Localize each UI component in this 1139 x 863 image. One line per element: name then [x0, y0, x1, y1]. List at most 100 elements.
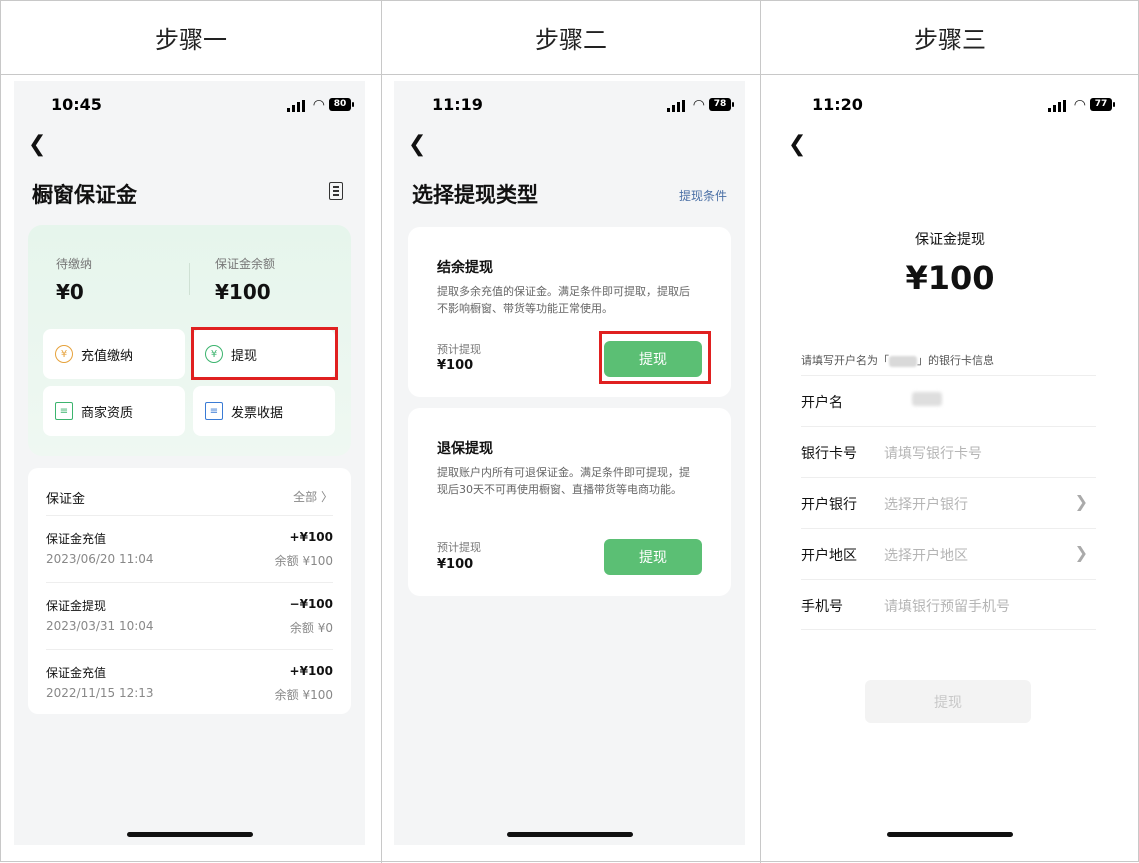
certificate-icon: ≡: [55, 402, 73, 420]
status-bar: 10:45 ◠ 80: [14, 95, 365, 117]
submit-withdraw-button[interactable]: 提现: [865, 680, 1031, 723]
status-time: 10:45: [51, 95, 102, 114]
field-label: 开户银行: [801, 497, 857, 513]
field-label: 开户地区: [801, 548, 857, 564]
document-icon[interactable]: [329, 182, 343, 200]
record-date: 2022/11/15 12:13: [46, 686, 154, 700]
record-date: 2023/03/31 10:04: [46, 619, 154, 633]
wifi-icon: ◠: [692, 97, 705, 113]
status-time: 11:19: [432, 95, 483, 114]
home-indicator: [506, 832, 633, 837]
page-title: 选择提现类型: [412, 183, 538, 207]
signal-icon: [667, 100, 685, 112]
phone-field[interactable]: 手机号 请填银行预留手机号: [801, 579, 1096, 630]
record-balance: 余额 ¥100: [274, 688, 333, 702]
record-date: 2023/06/20 11:04: [46, 552, 154, 566]
card-description: 提取多余充值的保证金。满足条件即可提取，提取后不影响橱窗、带货等功能正常使用。: [437, 285, 690, 315]
header-divider: [1, 74, 1139, 75]
yuan-icon: ¥: [55, 345, 73, 363]
hint-prefix: 请填写开户名为「: [801, 354, 889, 367]
record-title: 保证金充值: [46, 666, 107, 680]
refund-withdraw-card: 退保提现 提取账户内所有可退保证金。满足条件即可提现，提现后30天不可再使用橱窗…: [408, 408, 731, 596]
column-divider: [760, 1, 761, 863]
chevron-right-icon: ❯: [1074, 543, 1088, 562]
record-title: 保证金充值: [46, 532, 107, 546]
card-heading: 结余提现: [437, 260, 493, 276]
home-indicator: [887, 832, 1013, 837]
list-item[interactable]: 保证金提现 2023/03/31 10:04 −¥100 余额 ¥0: [46, 582, 333, 648]
card-heading: 退保提现: [437, 441, 493, 457]
recharge-button[interactable]: ¥ 充值缴纳: [43, 329, 185, 379]
battery-icon: 77: [1090, 98, 1115, 111]
signal-icon: [1048, 100, 1066, 112]
status-time: 11:20: [812, 95, 863, 114]
column-divider: [381, 1, 382, 863]
step-heading-2: 步骤二: [535, 26, 607, 54]
record-amount: +¥100: [289, 664, 333, 678]
chevron-right-icon: ❯: [1074, 492, 1088, 511]
highlight-box: [191, 327, 338, 380]
status-bar: 11:20 ◠ 77: [774, 95, 1126, 117]
record-balance: 余额 ¥0: [289, 621, 333, 635]
list-item[interactable]: 保证金充值 2022/11/15 12:13 +¥100 余额 ¥100: [46, 649, 333, 715]
list-title: 保证金: [46, 492, 86, 507]
pending-block: 待缴纳 ¥0: [56, 255, 92, 304]
tile-label: 充值缴纳: [81, 348, 134, 364]
phone-screen-3: 11:20 ◠ 77 ❮ 保证金提现 ¥100 请填写开户名为「 」的银行卡信息 …: [774, 81, 1126, 845]
account-name-field[interactable]: 开户名: [801, 375, 1096, 426]
field-label: 银行卡号: [801, 446, 857, 462]
step-heading-3: 步骤三: [914, 26, 986, 54]
pending-value: ¥0: [56, 280, 84, 304]
phone-screen-1: 10:45 ◠ 80 ❮ 橱窗保证金 待缴纳 ¥0 保证金余额 ¥100 ¥ 充…: [14, 81, 365, 845]
bank-info-hint: 请填写开户名为「 」的银行卡信息: [801, 352, 994, 368]
hint-suffix: 」的银行卡信息: [917, 354, 994, 367]
withdraw-amount: ¥100: [905, 259, 995, 297]
step-heading-1: 步骤一: [155, 26, 227, 54]
back-button[interactable]: ❮: [408, 134, 426, 156]
field-placeholder: 选择开户银行: [884, 497, 968, 513]
divider: [801, 629, 1096, 630]
merchant-qualification-button[interactable]: ≡ 商家资质: [43, 386, 185, 436]
back-button[interactable]: ❮: [788, 134, 806, 156]
wifi-icon: ◠: [1073, 97, 1086, 113]
tutorial-grid: 步骤一 步骤二 步骤三 10:45 ◠ 80 ❮ 橱窗保证金 待缴纳 ¥0 保证…: [0, 0, 1139, 863]
record-title: 保证金提现: [46, 599, 107, 613]
battery-icon: 78: [709, 98, 734, 111]
balance-value: ¥100: [215, 280, 271, 304]
invoice-receipt-button[interactable]: ≡ 发票收据: [193, 386, 335, 436]
estimate-value: ¥100: [437, 358, 474, 373]
region-select-field[interactable]: 开户地区 选择开户地区 ❯: [801, 528, 1096, 579]
estimate-label: 预计提现: [437, 343, 481, 356]
status-bar: 11:19 ◠ 78: [394, 95, 745, 117]
redacted-name: [889, 355, 917, 367]
back-button[interactable]: ❮: [28, 134, 46, 156]
invoice-icon: ≡: [205, 402, 223, 420]
signal-icon: [287, 100, 305, 112]
record-balance: 余额 ¥100: [274, 554, 333, 568]
view-all-link[interactable]: 全部 〉: [293, 488, 333, 505]
field-placeholder: 选择开户地区: [884, 548, 968, 564]
balance-label: 保证金余额: [215, 257, 276, 271]
divider: [189, 263, 190, 295]
page-title: 保证金提现: [915, 232, 985, 248]
deposit-records-card: 保证金 全部 〉 保证金充值 2023/06/20 11:04 +¥100 余额…: [28, 468, 351, 714]
battery-icon: 80: [329, 98, 354, 111]
tile-label: 发票收据: [231, 405, 284, 421]
bank-select-field[interactable]: 开户银行 选择开户银行 ❯: [801, 477, 1096, 528]
balance-block: 保证金余额 ¥100: [215, 255, 275, 304]
redacted-name: [912, 392, 942, 406]
estimate-value: ¥100: [437, 557, 474, 572]
card-number-field[interactable]: 银行卡号 请填写银行卡号: [801, 426, 1096, 477]
card-description: 提取账户内所有可退保证金。满足条件即可提现，提现后30天不可再使用橱窗、直播带货…: [437, 466, 690, 496]
field-placeholder: 请填银行预留手机号: [884, 599, 1010, 615]
field-label: 手机号: [801, 599, 843, 615]
pending-label: 待缴纳: [56, 257, 93, 271]
estimate-label: 预计提现: [437, 541, 481, 554]
phone-screen-2: 11:19 ◠ 78 ❮ 选择提现类型 提现条件 结余提现 提取多余充值的保证金…: [394, 81, 745, 845]
home-indicator: [126, 832, 253, 837]
refund-withdraw-button[interactable]: 提现: [604, 539, 702, 575]
withdraw-conditions-link[interactable]: 提现条件: [679, 187, 727, 204]
field-placeholder: 请填写银行卡号: [884, 446, 982, 462]
tile-label: 商家资质: [81, 405, 134, 421]
list-item[interactable]: 保证金充值 2023/06/20 11:04 +¥100 余额 ¥100: [46, 515, 333, 581]
